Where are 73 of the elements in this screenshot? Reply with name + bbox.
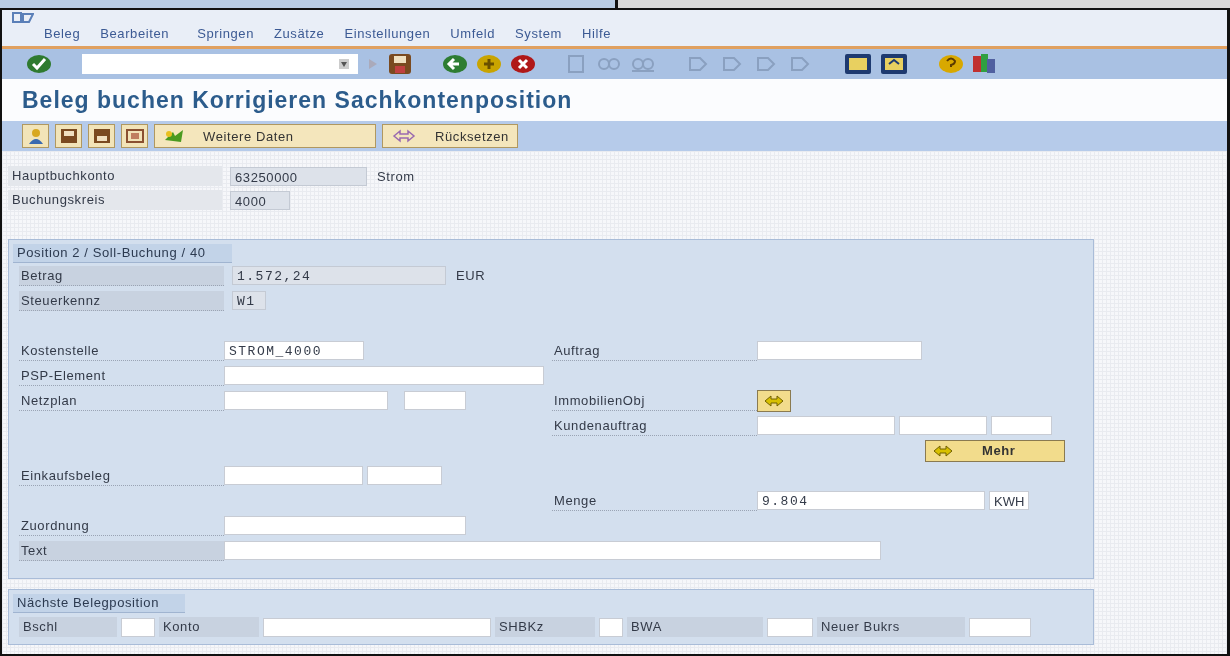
display-field: 4000 <box>230 190 290 210</box>
display-field: 63250000 <box>230 166 367 186</box>
account-name: Strom <box>377 168 415 184</box>
input-field[interactable] <box>757 416 895 435</box>
app-logo-icon <box>12 12 34 24</box>
person-icon <box>26 128 45 144</box>
check-icon[interactable] <box>26 54 52 74</box>
field-label: Text <box>19 540 224 561</box>
panel-title: Nächste Belegposition <box>13 594 185 613</box>
input-field[interactable] <box>121 617 155 637</box>
save-icon[interactable] <box>388 53 412 75</box>
document-button[interactable] <box>55 124 82 148</box>
frame-icon <box>125 128 144 144</box>
field-label: SHBKz <box>495 617 595 637</box>
field-label: Hauptbuchkonto <box>8 166 222 186</box>
reset-button[interactable]: Rücksetzen <box>382 124 518 148</box>
display-field: 1.572,24 <box>232 266 446 285</box>
input-field[interactable] <box>224 391 388 410</box>
input-field[interactable] <box>224 516 466 535</box>
input-field[interactable] <box>367 466 442 485</box>
menu-item[interactable]: Hilfe <box>582 26 612 41</box>
menu-item[interactable]: Beleg <box>44 26 81 41</box>
input-field[interactable] <box>757 341 922 360</box>
document-button[interactable] <box>88 124 115 148</box>
cancel-icon[interactable] <box>510 54 536 74</box>
new-window-icon[interactable] <box>844 53 872 75</box>
display-user-button[interactable] <box>22 124 49 148</box>
input-field[interactable] <box>899 416 987 435</box>
field-label: Buchungskreis <box>8 190 222 210</box>
field-label: BWA <box>627 617 763 637</box>
input-field[interactable] <box>767 617 813 637</box>
field-label: Betrag <box>19 265 224 286</box>
input-field[interactable] <box>224 541 881 560</box>
input-field[interactable]: STROM_4000 <box>224 341 364 360</box>
screen-title: Beleg buchen Korrigieren Sachkontenposition <box>22 86 573 114</box>
help-icon[interactable] <box>938 54 964 74</box>
menu-item[interactable]: Springen <box>197 26 254 41</box>
input-field[interactable] <box>969 617 1031 637</box>
unit-field: KWH <box>989 491 1030 510</box>
history-icon[interactable] <box>338 58 350 70</box>
display-field: W1 <box>232 291 266 310</box>
field-label: Steuerkennz <box>19 290 224 311</box>
shortcut-icon[interactable] <box>880 53 908 75</box>
layout-icon[interactable] <box>972 53 996 75</box>
input-field[interactable] <box>224 366 544 385</box>
double-arrow-icon <box>932 443 954 458</box>
input-field[interactable] <box>224 466 363 485</box>
back-icon[interactable] <box>442 54 468 74</box>
weitere-daten-button[interactable]: Weitere Daten <box>154 124 376 148</box>
menu-item[interactable]: Umfeld <box>450 26 496 41</box>
field-label: Bschl <box>19 617 117 637</box>
menu-item[interactable]: Bearbeiten <box>100 26 170 41</box>
command-field[interactable] <box>82 54 358 74</box>
field-label: Neuer Bukrs <box>817 617 965 637</box>
double-arrow-icon <box>763 393 785 408</box>
field-label: Konto <box>159 617 259 637</box>
currency-unit: EUR <box>456 268 486 283</box>
menu-item[interactable]: Einstellungen <box>344 26 431 41</box>
details-button[interactable] <box>757 389 791 412</box>
double-arrow-icon <box>391 129 417 143</box>
panel-title: Position 2 / Soll-Buchung / 40 <box>13 244 232 263</box>
document-icon <box>59 128 78 144</box>
menu-item[interactable]: Zusätze <box>274 26 325 41</box>
landscape-icon <box>163 128 185 144</box>
input-field[interactable]: 9.804 <box>757 491 985 510</box>
input-field[interactable] <box>404 391 466 410</box>
input-field[interactable] <box>599 617 623 637</box>
mehr-button[interactable]: Mehr <box>925 439 1065 462</box>
input-field[interactable] <box>263 617 491 637</box>
input-field[interactable] <box>991 416 1052 435</box>
menu-item[interactable]: System <box>515 26 563 41</box>
overview-button[interactable] <box>121 124 148 148</box>
document-icon <box>92 128 111 144</box>
